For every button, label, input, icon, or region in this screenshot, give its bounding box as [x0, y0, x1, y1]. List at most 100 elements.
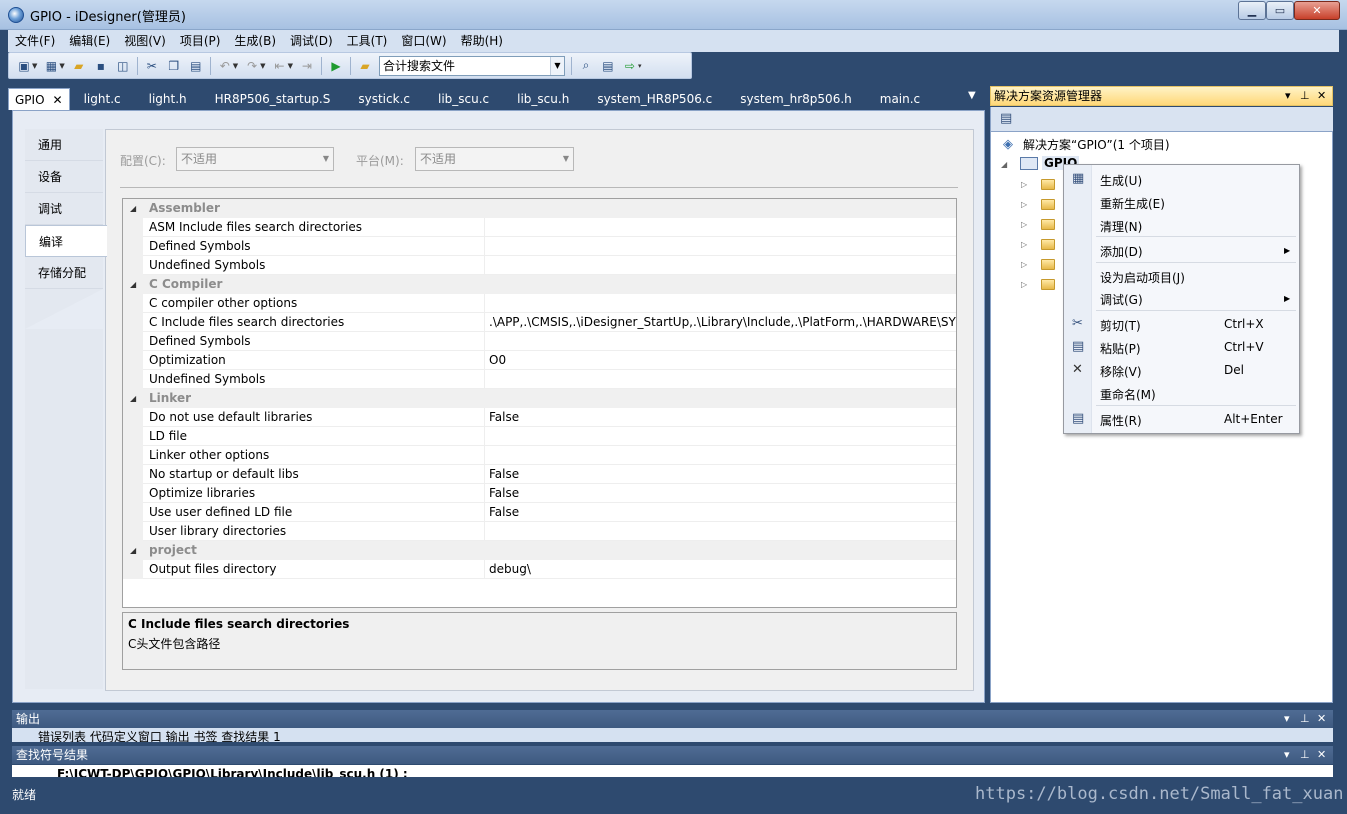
solution-root[interactable]: 解决方案“GPIO”(1 个项目)	[1023, 136, 1170, 153]
grid-category[interactable]: ◢ project	[123, 541, 956, 560]
cut-icon[interactable]: ✂	[143, 57, 161, 75]
grid-category[interactable]: ◢ Assembler	[123, 199, 956, 218]
menu-edit[interactable]: 编辑(E)	[62, 31, 117, 51]
grid-property-row[interactable]: Use user defined LD file False	[123, 503, 956, 522]
chevron-down-icon[interactable]: ▼	[260, 62, 265, 70]
grid-property-row[interactable]: Optimize libraries False	[123, 484, 956, 503]
grid-property-row[interactable]: User library directories	[123, 522, 956, 541]
context-menu-item[interactable]: 添加(D)	[1100, 243, 1143, 260]
toolbar-overflow-icon[interactable]: ▾	[638, 62, 642, 70]
open-folder-icon[interactable]: ▰	[70, 57, 88, 75]
nav-compile[interactable]: 编译	[25, 225, 107, 257]
property-value[interactable]: O0	[484, 351, 956, 370]
grid-property-row[interactable]: C compiler other options	[123, 294, 956, 313]
tab-systick-c[interactable]: systick.c	[344, 88, 424, 110]
context-menu-item[interactable]: 剪切(T)	[1100, 317, 1141, 334]
property-value[interactable]	[484, 370, 956, 389]
grid-property-row[interactable]: Output files directory debug\	[123, 560, 956, 579]
navigate-forward-icon[interactable]: ⇥	[298, 57, 316, 75]
add-item-icon[interactable]: ▦	[42, 57, 60, 75]
chevron-down-icon[interactable]: ▼	[549, 56, 564, 75]
tab-list-icon[interactable]: ▼	[968, 90, 976, 101]
grid-property-row[interactable]: Undefined Symbols	[123, 256, 956, 275]
property-value[interactable]	[484, 218, 956, 237]
menu-view[interactable]: 视图(V)	[117, 31, 173, 51]
redo-icon[interactable]: ↷	[243, 57, 261, 75]
grid-property-row[interactable]: LD file	[123, 427, 956, 446]
menu-debug[interactable]: 调试(D)	[283, 31, 340, 51]
nav-memory[interactable]: 存储分配	[25, 257, 103, 289]
chevron-down-icon[interactable]: ▼	[32, 62, 37, 70]
grid-property-row[interactable]: No startup or default libs False	[123, 465, 956, 484]
output-tabs-text[interactable]: 错误列表 代码定义窗口 输出 书签 查找结果 1	[38, 730, 281, 742]
pin-icon[interactable]: ⊥	[1300, 710, 1310, 728]
pin-icon[interactable]: ⊥	[1300, 87, 1310, 105]
expand-icon[interactable]: ▷	[1021, 260, 1027, 269]
menu-tools[interactable]: 工具(T)	[340, 31, 395, 51]
minimize-button[interactable]: ▁	[1238, 1, 1266, 20]
context-menu-item[interactable]: 清理(N)	[1100, 218, 1142, 235]
collapse-icon[interactable]: ◢	[130, 541, 136, 560]
property-value[interactable]: False	[484, 503, 956, 522]
property-value[interactable]: False	[484, 408, 956, 427]
property-value[interactable]	[484, 256, 956, 275]
find-in-files-icon[interactable]: ▰	[356, 57, 374, 75]
tab-startup-s[interactable]: HR8P506_startup.S	[201, 88, 345, 110]
context-menu-item[interactable]: 设为启动项目(J)	[1100, 269, 1185, 286]
expand-icon[interactable]: ▷	[1021, 240, 1027, 249]
tab-main-c[interactable]: main.c	[866, 88, 934, 110]
navigate-back-icon[interactable]: ⇤	[271, 57, 289, 75]
grid-property-row[interactable]: C Include files search directories .\APP,…	[123, 313, 956, 332]
menu-build[interactable]: 生成(B)	[227, 31, 283, 51]
pane-menu-icon[interactable]: ▾	[1284, 746, 1290, 764]
property-value[interactable]: False	[484, 484, 956, 503]
config-select[interactable]: 不适用 ▼	[176, 147, 334, 171]
property-value[interactable]	[484, 446, 956, 465]
tab-gpio[interactable]: GPIO ✕	[8, 88, 70, 110]
tab-lib-scu-c[interactable]: lib_scu.c	[424, 88, 503, 110]
grid-property-row[interactable]: Linker other options	[123, 446, 956, 465]
property-value[interactable]: debug\	[484, 560, 956, 579]
platform-select[interactable]: 不适用 ▼	[415, 147, 574, 171]
expand-icon[interactable]: ▷	[1021, 280, 1027, 289]
context-menu-item[interactable]: 重新生成(E)	[1100, 195, 1165, 212]
maximize-button[interactable]: ▭	[1266, 1, 1294, 20]
expand-icon[interactable]: ▷	[1021, 200, 1027, 209]
tab-light-h[interactable]: light.h	[135, 88, 201, 110]
grid-property-row[interactable]: Optimization O0	[123, 351, 956, 370]
save-icon[interactable]: ▪	[92, 57, 110, 75]
collapse-icon[interactable]: ◢	[130, 275, 136, 294]
grid-property-row[interactable]: Do not use default libraries False	[123, 408, 956, 427]
pin-icon[interactable]: ⊥	[1300, 746, 1310, 764]
context-menu-item[interactable]: 重命名(M)	[1100, 386, 1156, 403]
context-menu-item[interactable]: 粘贴(P)	[1100, 340, 1141, 357]
grid-property-row[interactable]: Defined Symbols	[123, 237, 956, 256]
property-value[interactable]	[484, 332, 956, 351]
property-value[interactable]	[484, 522, 956, 541]
properties-icon[interactable]: ▤	[1000, 111, 1012, 126]
property-value[interactable]	[484, 294, 956, 313]
context-menu-item[interactable]: 移除(V)	[1100, 363, 1142, 380]
menu-file[interactable]: 文件(F)	[8, 31, 62, 51]
chevron-down-icon[interactable]: ▼	[59, 62, 64, 70]
chevron-down-icon[interactable]: ▼	[233, 62, 238, 70]
tab-system-c[interactable]: system_HR8P506.c	[583, 88, 726, 110]
save-all-icon[interactable]: ◫	[114, 57, 132, 75]
expand-icon[interactable]: ▷	[1021, 220, 1027, 229]
close-icon[interactable]: ✕	[1317, 87, 1326, 105]
collapse-icon[interactable]: ◢	[1001, 160, 1007, 169]
collapse-icon[interactable]: ◢	[130, 199, 136, 218]
pane-menu-icon[interactable]: ▾	[1285, 87, 1291, 105]
property-value[interactable]	[484, 237, 956, 256]
close-icon[interactable]: ✕	[1317, 746, 1326, 764]
property-value[interactable]: .\APP,.\CMSIS,.\iDesigner_StartUp,.\Libr…	[484, 313, 956, 332]
grid-property-row[interactable]: Defined Symbols	[123, 332, 956, 351]
menu-help[interactable]: 帮助(H)	[454, 31, 510, 51]
context-menu-item[interactable]: 属性(R)	[1100, 412, 1142, 429]
nav-device[interactable]: 设备	[25, 161, 103, 193]
nav-debug[interactable]: 调试	[25, 193, 103, 225]
find-icon[interactable]: ⌕	[577, 57, 595, 75]
tab-light-c[interactable]: light.c	[70, 88, 135, 110]
new-project-icon[interactable]: ▣	[15, 57, 33, 75]
undo-icon[interactable]: ↶	[216, 57, 234, 75]
